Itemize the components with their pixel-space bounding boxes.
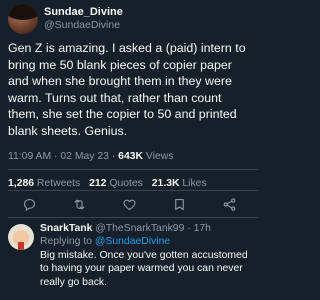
divider <box>8 190 258 191</box>
retweets-count: 1,286 <box>8 178 35 189</box>
reply-age[interactable]: 17h <box>194 223 211 234</box>
bookmark-button[interactable] <box>170 195 188 213</box>
reply-button[interactable] <box>20 195 38 213</box>
author-avatar[interactable] <box>8 4 38 34</box>
likes-count: 21.3K <box>151 178 180 189</box>
tweet-header: Sundae_Divine @SundaeDivine <box>8 4 123 34</box>
tweet-stats: 1,286 Retweets 212 Quotes 21.3K Likes <box>8 178 207 189</box>
author-display-name[interactable]: Sundae_Divine <box>44 6 123 19</box>
views-count: 643K <box>118 151 144 162</box>
divider <box>8 217 258 218</box>
tweet-actions <box>8 193 250 215</box>
author-names: Sundae_Divine @SundaeDivine <box>44 6 123 32</box>
bookmark-icon <box>174 198 184 210</box>
retweets-stat[interactable]: 1,286 Retweets <box>8 178 80 189</box>
share-icon <box>223 197 235 211</box>
retweets-label: Retweets <box>36 178 81 189</box>
reply-text: Big mistake. Once you've gotten accustom… <box>40 250 248 288</box>
likes-label: Likes <box>182 178 207 189</box>
retweet-icon <box>74 199 84 209</box>
meta-separator: · <box>111 151 116 162</box>
like-button[interactable] <box>120 195 138 213</box>
replying-to-mention[interactable]: @SundaeDivine <box>95 236 170 247</box>
reply-handle[interactable]: @TheSnarkTank99 <box>95 223 184 234</box>
tweet-time[interactable]: 11:09 AM <box>8 151 51 162</box>
reply-icon <box>23 198 35 211</box>
likes-stat[interactable]: 21.3K Likes <box>152 178 207 189</box>
replying-to-label: Replying to <box>40 236 92 247</box>
author-handle[interactable]: @SundaeDivine <box>44 19 123 32</box>
meta-separator: · <box>54 151 58 162</box>
tweet-meta: 11:09 AM · 02 May 23 · 643K Views <box>8 151 173 162</box>
divider <box>8 169 258 170</box>
reply-body: SnarkTank @TheSnarkTank99 · 17h Replying… <box>40 222 256 289</box>
retweet-button[interactable] <box>70 195 88 213</box>
replying-to-line: Replying to @SundaeDivine <box>40 235 256 248</box>
quotes-count: 212 <box>89 178 107 189</box>
quotes-label: Quotes <box>109 178 143 189</box>
tweet-date[interactable]: 02 May 23 <box>60 151 109 162</box>
quotes-stat[interactable]: 212 Quotes <box>89 178 143 189</box>
views-label: Views <box>145 151 174 162</box>
reply-avatar[interactable] <box>8 224 34 250</box>
like-icon <box>122 199 136 210</box>
tweet-text: Gen Z is amazing. I asked a (paid) inter… <box>8 41 246 138</box>
share-button[interactable] <box>220 195 238 213</box>
reply-display-name[interactable]: SnarkTank <box>40 223 92 234</box>
reply-separator: · <box>187 223 191 234</box>
reply-header: SnarkTank @TheSnarkTank99 · 17h <box>40 222 256 235</box>
